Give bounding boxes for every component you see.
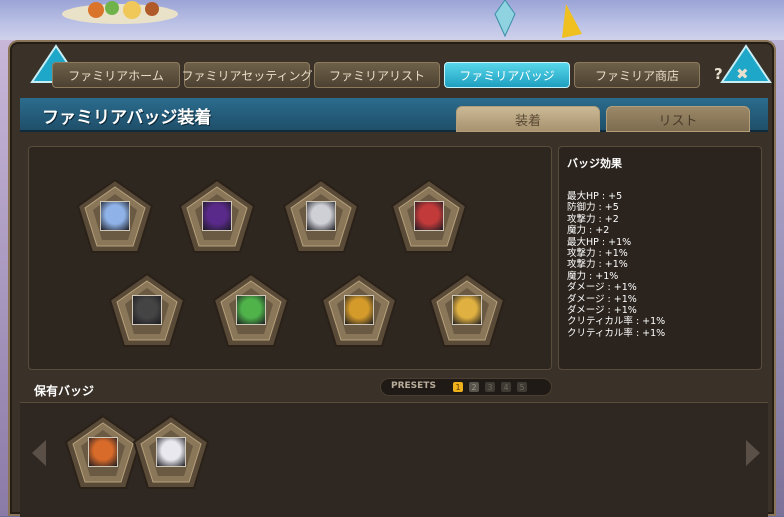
equipped-badge-slot[interactable] [282,178,360,254]
tab-familiar-settings[interactable]: ファミリアセッティング [181,62,313,88]
badge-effect-line: 魔力 : +1% [567,270,619,282]
shadow-golem-badge-icon [132,295,162,325]
equipped-badge-slot[interactable] [76,178,154,254]
badge-effect-line: 攻撃力 : +1% [567,259,628,271]
badge-effect-line: クリティカル率 : +1% [567,316,666,328]
witch-slime-badge-icon [236,295,266,325]
frost-feather-badge-icon [100,201,130,231]
preset-button-5[interactable]: 5 [517,382,527,392]
badge-effect-line: 最大HP : +5 [567,191,623,202]
preset-button-3[interactable]: 3 [485,382,495,392]
badge-effect-line: 防御力 : +5 [567,202,619,214]
equipped-badge-slot[interactable] [108,272,186,348]
page-title: ファミリアバッジ装着 [42,108,212,128]
badge-effects-title: バッジ効果 [567,157,622,170]
presets-label: PRESETS [391,381,436,391]
tab-familiar-shop[interactable]: ファミリア商店 [574,62,700,88]
badge-effects-panel: バッジ効果 最大HP : +5 防御力 : +5 攻撃力 : +2 魔力 : +2 最大… [558,146,762,370]
help-button[interactable]: ? [714,65,723,83]
familiar-window: ファミリアホーム ファミリアセッティング ファミリアリスト ファミリアバッジ フ… [8,40,776,517]
equipped-badge-slot[interactable] [390,178,468,254]
badge-effects-list: 最大HP : +5 防御力 : +5 攻撃力 : +2 魔力 : +2 最大HP : +… [567,191,665,339]
badge-effect-line: 攻撃力 : +2 [567,213,619,225]
badge-effect-line: 魔力 : +2 [567,225,610,237]
badge-effect-line: ダメージ : +1% [567,293,637,305]
scroll-left-arrow[interactable] [32,440,46,466]
owned-badge-slot[interactable] [64,414,142,490]
badge-effect-line: ダメージ : +1% [567,305,637,317]
scroll-right-arrow[interactable] [746,440,760,466]
subtab-equip[interactable]: 装着 [456,106,600,132]
presets-bar: PRESETS 1 2 3 4 5 [380,378,552,396]
badge-effect-line: クリティカル率 : +1% [567,327,666,339]
gold-shard-decoration [562,4,582,38]
dark-portal-badge-icon [202,201,232,231]
cloud-sheep-badge-icon [156,437,186,467]
equipped-badge-slot[interactable] [178,178,256,254]
badge-effect-line: 攻撃力 : +1% [567,248,628,260]
tab-familiar-home[interactable]: ファミリアホーム [52,62,180,88]
badge-effect-line: 最大HP : +1% [567,236,632,248]
equipped-badge-slot[interactable] [212,272,290,348]
subtab-list[interactable]: リスト [606,106,750,132]
crystal-decoration [494,0,516,38]
badge-effect-line: ダメージ : +1% [567,282,637,294]
equipped-badge-slot[interactable] [320,272,398,348]
golden-chest-badge-icon [452,295,482,325]
owned-badges-label: 保有バッジ [34,384,95,398]
equipped-badge-slot[interactable] [428,272,506,348]
mushroom-friends-badge-icon [88,437,118,467]
food-platter-decoration [62,1,178,24]
preset-button-1[interactable]: 1 [453,382,463,392]
tab-familiar-badge[interactable]: ファミリアバッジ [444,62,570,88]
golden-gear-badge-icon [344,295,374,325]
owned-badge-slot[interactable] [132,414,210,490]
preset-button-2[interactable]: 2 [469,382,479,392]
close-button[interactable]: ✖ [736,65,749,83]
tab-familiar-list[interactable]: ファミリアリスト [314,62,440,88]
red-white-beast-badge-icon [414,201,444,231]
silver-box-badge-icon [306,201,336,231]
preset-button-4[interactable]: 4 [501,382,511,392]
